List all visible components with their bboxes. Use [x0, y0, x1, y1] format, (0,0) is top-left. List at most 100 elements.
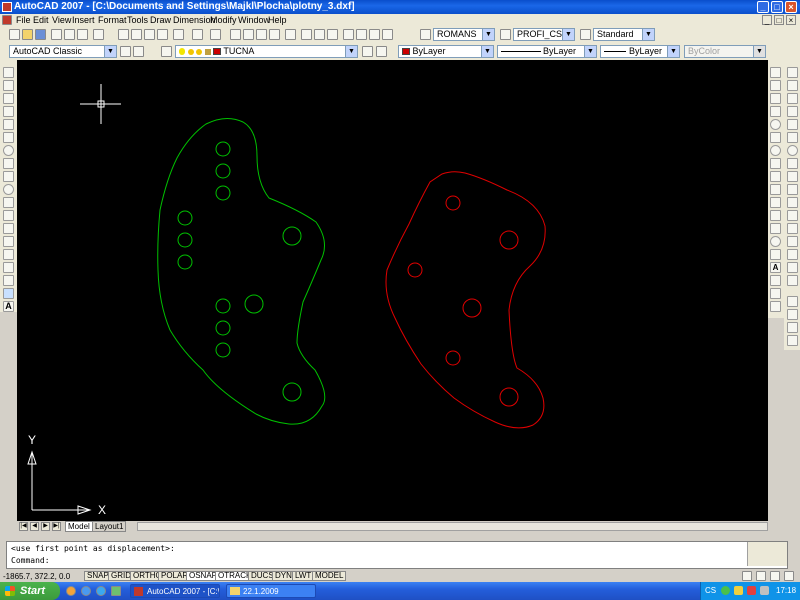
- color-combo[interactable]: ByLayer ▼: [398, 45, 494, 58]
- tolerance-icon[interactable]: [770, 223, 781, 234]
- right-hole[interactable]: [499, 230, 519, 250]
- maximize-icon[interactable]: □: [771, 1, 783, 13]
- start-button[interactable]: Start: [0, 582, 60, 600]
- menu-window[interactable]: Window: [238, 15, 270, 25]
- right-hole[interactable]: [407, 262, 423, 278]
- menu-help[interactable]: Help: [268, 15, 287, 25]
- 3d-dwf-icon[interactable]: [93, 29, 104, 40]
- erase-icon[interactable]: [787, 67, 798, 78]
- left-hole[interactable]: [215, 298, 231, 314]
- spline-icon[interactable]: [3, 171, 14, 182]
- zoom-previous-icon[interactable]: [269, 29, 280, 40]
- horizontal-scrollbar[interactable]: [137, 522, 768, 531]
- task-autocad[interactable]: AutoCAD 2007 - [C:\...: [130, 584, 220, 598]
- publish-icon[interactable]: [77, 29, 88, 40]
- join-icon[interactable]: [787, 236, 798, 247]
- copy-icon[interactable]: [131, 29, 142, 40]
- menu-file[interactable]: File: [16, 15, 31, 25]
- right-hole[interactable]: [462, 298, 482, 318]
- chevron-down-icon[interactable]: ▼: [481, 46, 493, 57]
- chevron-down-icon[interactable]: ▼: [667, 46, 679, 57]
- coordinate-readout[interactable]: -1865.7, 372.2, 0.0: [3, 572, 70, 581]
- quickcalc-icon[interactable]: [369, 29, 380, 40]
- left-hole[interactable]: [215, 342, 231, 358]
- polygon-icon[interactable]: [3, 106, 14, 117]
- undo-icon[interactable]: [192, 29, 203, 40]
- media-player-icon[interactable]: [96, 586, 106, 596]
- layer-previous-icon[interactable]: [376, 46, 387, 57]
- ellipse-arc-icon[interactable]: [3, 197, 14, 208]
- break-icon[interactable]: [787, 223, 798, 234]
- clock[interactable]: 17:18: [776, 586, 796, 595]
- copy-object-icon[interactable]: [787, 80, 798, 91]
- layer-combo[interactable]: TUCNA ▼: [175, 45, 358, 58]
- markup-set-manager-icon[interactable]: [356, 29, 367, 40]
- revision-cloud-icon[interactable]: [3, 158, 14, 169]
- menu-format[interactable]: Format: [98, 15, 127, 25]
- left-hole[interactable]: [177, 210, 193, 226]
- right-plate-outline[interactable]: [385, 171, 546, 429]
- zoom-realtime-icon[interactable]: [243, 29, 254, 40]
- dimension-style-icon[interactable]: [770, 288, 781, 299]
- rectangle-icon[interactable]: [3, 119, 14, 130]
- sheet-set-manager-icon[interactable]: [343, 29, 354, 40]
- menu-insert[interactable]: Insert: [72, 15, 95, 25]
- table-style-combo[interactable]: Standard ▼: [593, 28, 655, 41]
- right-plate-contour[interactable]: [385, 171, 546, 429]
- redo-icon[interactable]: [210, 29, 221, 40]
- linetype-combo[interactable]: ByLayer ▼: [497, 45, 597, 58]
- workspace-settings-icon[interactable]: [120, 46, 131, 57]
- dim-style-combo[interactable]: PROFI_CSN ▼: [513, 28, 575, 41]
- angular-dimension-icon[interactable]: [770, 158, 781, 169]
- mdi-minimize-icon[interactable]: _: [762, 15, 772, 25]
- extend-icon[interactable]: [787, 197, 798, 208]
- offset-icon[interactable]: [787, 106, 798, 117]
- make-object-layer-current-icon[interactable]: [362, 46, 373, 57]
- save-icon[interactable]: [35, 29, 46, 40]
- scale-icon[interactable]: [787, 158, 798, 169]
- multiline-text-icon[interactable]: A: [3, 301, 14, 312]
- comm-center-icon[interactable]: [742, 571, 752, 581]
- mirror-icon[interactable]: [787, 93, 798, 104]
- region-icon[interactable]: [3, 275, 14, 286]
- tray-network-icon[interactable]: [721, 586, 730, 595]
- left-hole[interactable]: [282, 226, 302, 246]
- left-hole[interactable]: [215, 185, 231, 201]
- left-hole[interactable]: [244, 294, 264, 314]
- polyline-icon[interactable]: [3, 93, 14, 104]
- tab-layout1[interactable]: Layout1: [92, 521, 127, 532]
- lwt-toggle[interactable]: LWT: [292, 571, 315, 581]
- left-hole[interactable]: [177, 254, 193, 270]
- move-icon[interactable]: [787, 132, 798, 143]
- text-style-icon[interactable]: [420, 29, 431, 40]
- zoom-extents-icon[interactable]: [285, 29, 296, 40]
- chevron-down-icon[interactable]: ▼: [345, 46, 357, 57]
- left-hole[interactable]: [215, 320, 231, 336]
- dimension-edit-icon[interactable]: [770, 249, 781, 260]
- command-scrollbar[interactable]: [747, 542, 787, 566]
- insert-block-icon[interactable]: [3, 210, 14, 221]
- dim-style-icon[interactable]: [500, 29, 511, 40]
- chevron-down-icon[interactable]: ▼: [104, 46, 116, 57]
- open-icon[interactable]: [22, 29, 33, 40]
- document-icon[interactable]: [2, 15, 12, 25]
- chamfer-icon[interactable]: [787, 249, 798, 260]
- bring-to-front-icon[interactable]: [787, 309, 798, 320]
- last-tab-icon[interactable]: ▶|: [52, 522, 61, 531]
- chevron-down-icon[interactable]: ▼: [562, 29, 574, 40]
- line-icon[interactable]: [3, 67, 14, 78]
- break-at-point-icon[interactable]: [787, 210, 798, 221]
- diameter-dimension-icon[interactable]: [770, 145, 781, 156]
- pan-icon[interactable]: [230, 29, 241, 40]
- menu-tools[interactable]: Tools: [127, 15, 148, 25]
- jogged-dimension-icon[interactable]: [770, 132, 781, 143]
- workspace-combo[interactable]: AutoCAD Classic ▼: [9, 45, 117, 58]
- circle-icon[interactable]: [3, 145, 14, 156]
- construction-line-icon[interactable]: [3, 80, 14, 91]
- right-hole[interactable]: [445, 195, 461, 211]
- tab-model[interactable]: Model: [65, 521, 93, 532]
- stretch-icon[interactable]: [787, 171, 798, 182]
- tool-palettes-icon[interactable]: [327, 29, 338, 40]
- left-hole[interactable]: [215, 163, 231, 179]
- send-to-back-icon[interactable]: [787, 322, 798, 333]
